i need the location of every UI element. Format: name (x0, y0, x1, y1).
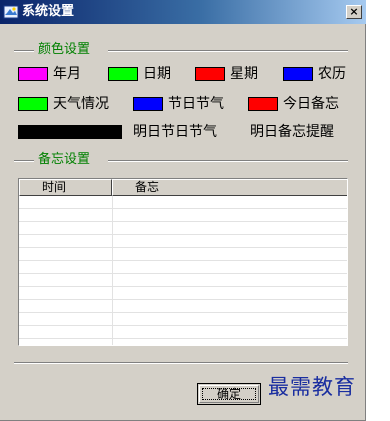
swatch-lunar[interactable] (283, 67, 313, 81)
table-row[interactable] (19, 235, 347, 248)
window-title: 系统设置 (22, 4, 75, 19)
label-date: 日期 (143, 66, 171, 82)
memo-section-line-right (108, 160, 348, 162)
label-weekday: 星期 (230, 66, 258, 82)
close-icon: × (349, 5, 359, 18)
label-today-memo: 今日备忘 (283, 96, 339, 112)
swatch-tomorrow-festival[interactable] (18, 125, 122, 139)
swatch-date[interactable] (108, 67, 138, 81)
color-section-line-left (14, 50, 36, 52)
color-section-title: 颜色设置 (34, 42, 95, 58)
table-row[interactable] (19, 248, 347, 261)
swatch-weather[interactable] (18, 97, 48, 111)
swatch-weekday[interactable] (195, 67, 225, 81)
column-header-memo[interactable]: 备忘 (112, 179, 347, 196)
label-year-month: 年月 (53, 66, 81, 82)
color-section-line-right (108, 50, 348, 52)
memo-table[interactable]: 时间 备忘 (18, 178, 348, 346)
column-header-time[interactable]: 时间 (19, 179, 112, 196)
memo-section-title: 备忘设置 (34, 152, 95, 168)
table-row[interactable] (19, 261, 347, 274)
label-festival: 节日节气 (168, 96, 224, 112)
ok-button[interactable]: 确定 (197, 383, 261, 405)
swatch-year-month[interactable] (18, 67, 48, 81)
table-row[interactable] (19, 209, 347, 222)
memo-table-header: 时间 备忘 (19, 179, 347, 196)
table-row[interactable] (19, 274, 347, 287)
label-weather: 天气情况 (53, 96, 109, 112)
app-icon (3, 5, 19, 19)
watermark-text: 最需教育 (268, 375, 356, 399)
table-row[interactable] (19, 300, 347, 313)
label-lunar: 农历 (318, 66, 346, 82)
footer-divider (14, 362, 348, 364)
table-row[interactable] (19, 313, 347, 326)
swatch-festival[interactable] (133, 97, 163, 111)
close-button[interactable]: × (346, 5, 362, 19)
label-tomorrow-memo: 明日备忘提醒 (250, 124, 334, 140)
title-bar[interactable]: 系统设置 × (0, 0, 366, 24)
table-row[interactable] (19, 222, 347, 235)
table-row[interactable] (19, 196, 347, 209)
table-row[interactable] (19, 287, 347, 300)
memo-section-line-left (14, 160, 36, 162)
table-row[interactable] (19, 326, 347, 339)
swatch-today-memo[interactable] (248, 97, 278, 111)
label-tomorrow-festival: 明日节日节气 (133, 124, 217, 140)
settings-dialog: 系统设置 × 颜色设置 年月 日期 星期 农历 天气情况 节日节气 今日备忘 明… (0, 0, 366, 421)
ok-button-focus-ring (202, 388, 256, 400)
